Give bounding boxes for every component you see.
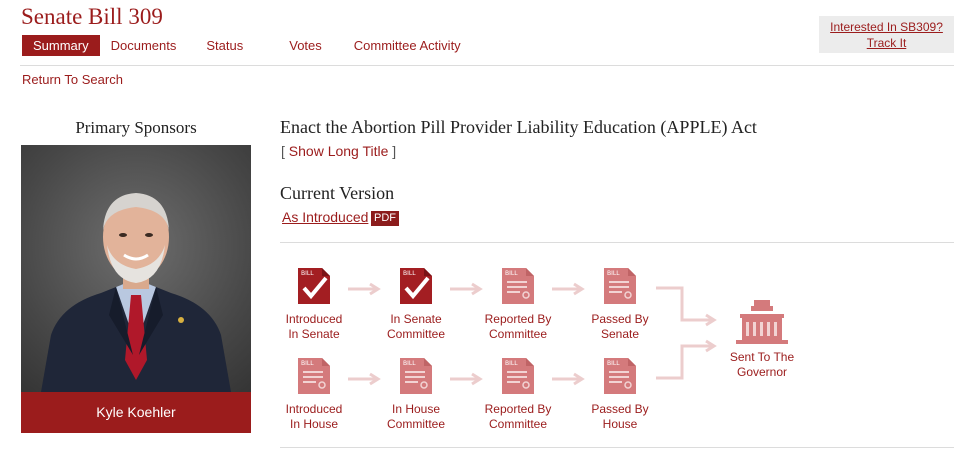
sponsor-portrait-image (41, 193, 231, 392)
svg-text:BILL: BILL (301, 270, 314, 277)
tab-votes[interactable]: Votes (273, 35, 338, 56)
section-divider (280, 242, 954, 243)
step-passed-by-senate: BILL Passed By Senate (580, 266, 660, 342)
tab-bar: Summary Documents Status Votes Committee… (22, 35, 472, 56)
bill-document-icon: BILL (604, 358, 636, 394)
step-label-line1: In House (391, 402, 441, 416)
sponsor-name[interactable]: Kyle Koehler (21, 392, 251, 433)
long-title-toggle: [ Show Long Title ] (281, 143, 396, 159)
step-label-line2: In Senate (288, 327, 340, 341)
svg-text:BILL: BILL (403, 360, 416, 367)
step-label-line2: Committee (488, 417, 547, 431)
step-label-line1: Introduced (285, 312, 343, 326)
step-label-line2: Committee (386, 417, 445, 431)
track-bill-box: Interested In SB309? Track It (819, 16, 954, 53)
track-it-link[interactable]: Track It (819, 35, 954, 51)
step-label-line1: Passed By (591, 312, 649, 326)
step-sent-to-governor: Sent To The Governor (722, 298, 802, 380)
svg-text:BILL: BILL (403, 270, 416, 277)
bill-checked-icon: BILL (400, 268, 432, 304)
tab-status[interactable]: Status (191, 35, 273, 56)
step-label-line2: House (602, 417, 638, 431)
step-label-line2: Governor (736, 365, 788, 379)
sponsor-photo[interactable]: Kyle Koehler (21, 145, 251, 433)
current-version-heading: Current Version (280, 183, 395, 203)
step-label-line2: Committee (386, 327, 445, 341)
track-question-link[interactable]: Interested In SB309? (819, 19, 954, 35)
bill-document-icon: BILL (502, 358, 534, 394)
bracket-open: [ (281, 143, 285, 159)
svg-text:BILL: BILL (301, 360, 314, 367)
step-reported-by-committee-senate: BILL Reported By Committee (478, 266, 558, 342)
page-title: Senate Bill 309 (21, 4, 163, 29)
tab-summary[interactable]: Summary (22, 35, 100, 56)
bill-document-icon: BILL (604, 268, 636, 304)
header-divider (20, 65, 954, 66)
svg-text:BILL: BILL (607, 360, 620, 367)
step-label-line1: Sent To The (729, 350, 795, 364)
primary-sponsors-heading: Primary Sponsors (75, 118, 197, 137)
svg-text:BILL: BILL (607, 270, 620, 277)
section-divider-bottom (280, 447, 954, 448)
merge-arrows-icon (656, 286, 717, 380)
step-label-line1: Introduced (285, 402, 343, 416)
capitol-building-icon (736, 300, 788, 344)
return-to-search-link[interactable]: Return To Search (22, 72, 123, 87)
bill-document-icon: BILL (400, 358, 432, 394)
step-label-line1: Reported By (484, 312, 552, 326)
show-long-title-link[interactable]: Show Long Title (289, 143, 389, 159)
svg-text:BILL: BILL (505, 270, 518, 277)
step-label-line1: Reported By (484, 402, 552, 416)
tab-documents[interactable]: Documents (100, 35, 192, 56)
bill-document-icon: BILL (502, 268, 534, 304)
bill-document-icon: BILL (298, 358, 330, 394)
svg-text:BILL: BILL (505, 360, 518, 367)
bill-title: Enact the Abortion Pill Provider Liabili… (280, 117, 757, 137)
step-label-line2: Senate (600, 327, 640, 341)
step-passed-by-house: BILL Passed By House (580, 356, 660, 432)
step-label-line1: Passed By (591, 402, 649, 416)
step-label-line1: In Senate (390, 312, 442, 326)
step-introduced-in-senate: BILL Introduced In Senate (274, 266, 354, 342)
pdf-badge-link[interactable]: PDF (371, 211, 399, 226)
bill-checked-icon: BILL (298, 268, 330, 304)
step-introduced-in-house: BILL Introduced In House (274, 356, 354, 432)
step-in-house-committee: BILL In House Committee (376, 356, 456, 432)
tab-committee-activity[interactable]: Committee Activity (338, 35, 472, 56)
bracket-close: ] (392, 143, 397, 159)
as-introduced-link[interactable]: As Introduced (282, 209, 368, 225)
step-reported-by-committee-house: BILL Reported By Committee (478, 356, 558, 432)
step-label-line2: Committee (488, 327, 547, 341)
step-label-line2: In House (289, 417, 339, 431)
step-in-senate-committee: BILL In Senate Committee (376, 266, 456, 342)
